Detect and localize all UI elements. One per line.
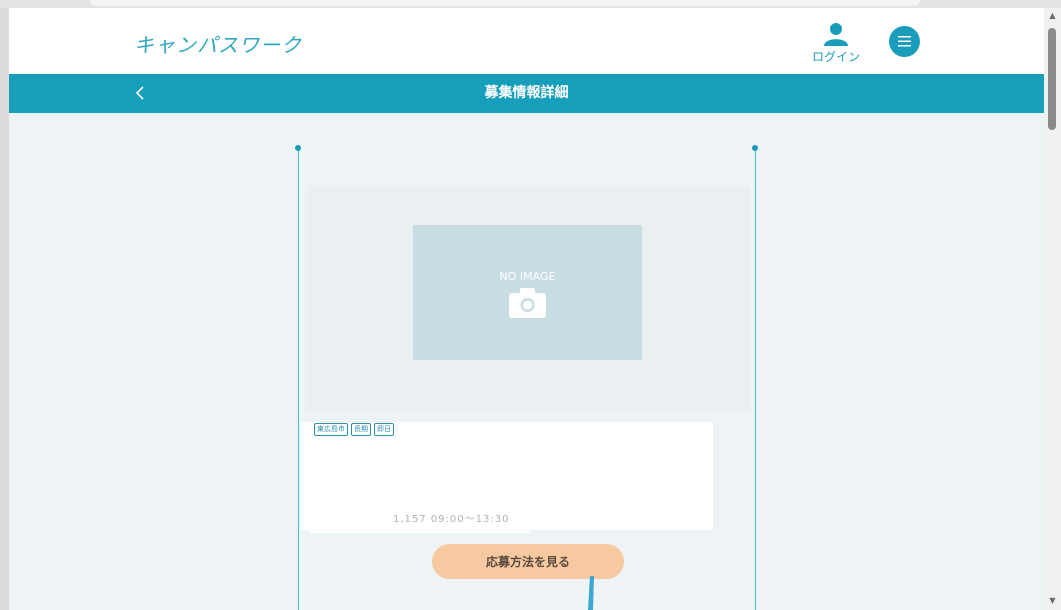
content-border-right <box>755 148 756 610</box>
page-title: 募集情報詳細 <box>484 85 569 101</box>
window-top-bar <box>0 0 1061 8</box>
vertical-scrollbar[interactable] <box>1044 8 1061 610</box>
hamburger-menu-icon <box>898 36 911 47</box>
scroll-up-icon[interactable]: ▲ <box>1044 10 1061 22</box>
no-image-label: NO IMAGE <box>499 270 556 283</box>
page: キャンパスワーク ログイン 募集情報詳細 NO IMAGE 1,157 09:0… <box>9 8 1044 610</box>
scrollbar-thumb[interactable] <box>1048 28 1056 130</box>
job-tag: 東広島市 <box>314 423 348 436</box>
view-application-method-button[interactable]: 応募方法を見る <box>432 544 624 579</box>
border-dot-left <box>295 145 301 151</box>
job-tag: 即日 <box>374 423 394 436</box>
chevron-left-icon <box>135 86 144 100</box>
title-bar: 募集情報詳細 <box>9 74 1044 113</box>
site-logo[interactable]: キャンパスワーク <box>134 29 302 58</box>
image-placeholder: NO IMAGE <box>413 225 642 360</box>
login-button[interactable]: ログイン <box>811 20 861 64</box>
work-hours: 1,157 09:00～13:30 <box>393 514 510 525</box>
menu-button[interactable] <box>889 26 920 57</box>
scroll-down-icon[interactable]: ▼ <box>1044 595 1061 607</box>
job-tag: 長期 <box>351 423 371 436</box>
job-tags: 東広島市 長期 即日 <box>314 423 397 437</box>
site-header: キャンパスワーク ログイン <box>9 8 1044 74</box>
pointer-hand-icon <box>588 576 594 610</box>
border-dot-right <box>752 145 758 151</box>
content-border-left <box>298 148 299 610</box>
user-icon <box>824 23 848 46</box>
camera-icon <box>509 288 546 318</box>
login-label: ログイン <box>811 50 860 64</box>
address-bar-strip <box>90 0 920 6</box>
back-button[interactable] <box>129 80 153 106</box>
